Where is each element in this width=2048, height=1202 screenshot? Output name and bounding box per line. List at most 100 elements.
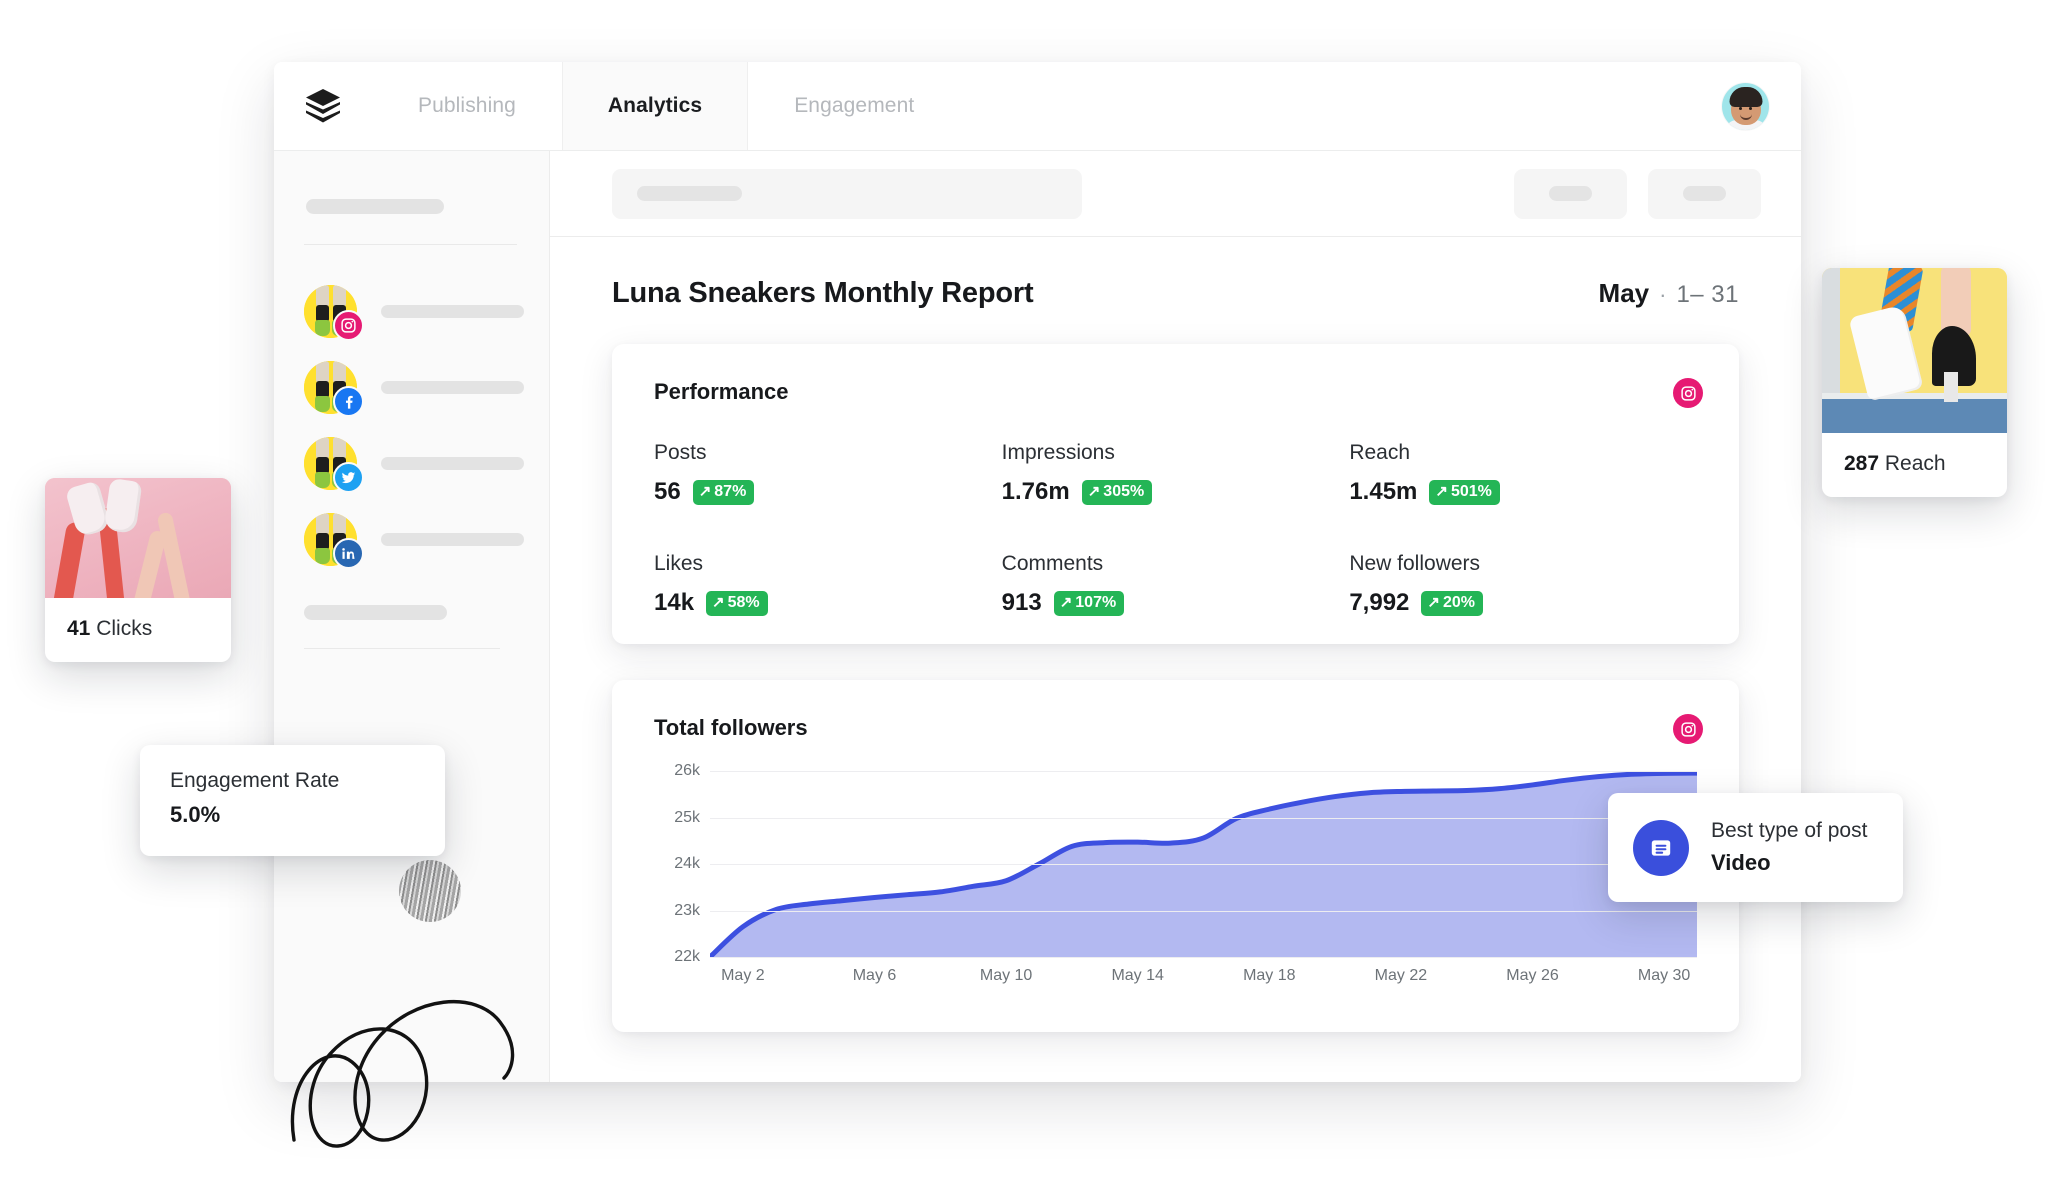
report-separator: · xyxy=(1659,282,1667,307)
metric-label: Reach xyxy=(1349,441,1411,464)
tab-publishing[interactable]: Publishing xyxy=(372,62,562,150)
sneakers-pink-photo xyxy=(45,478,231,598)
metric-value: 56 xyxy=(654,478,681,505)
chart-y-tick-label: 22k xyxy=(674,948,700,965)
chart-gridline xyxy=(710,910,1697,912)
report-header: Luna Sneakers Monthly Report May · 1– 31 xyxy=(612,277,1739,310)
sidebar-item-facebook[interactable] xyxy=(274,349,549,425)
status-badge: ↗ 107% xyxy=(1053,590,1125,616)
sidebar-secondary-avatar[interactable] xyxy=(399,860,461,922)
toolbar-button-secondary[interactable] xyxy=(1648,168,1761,219)
total-followers-card: Total followers 22k 23k 24k 25k 26k May … xyxy=(612,680,1739,1032)
facebook-icon xyxy=(333,385,364,417)
chart-x-tick-label: May 6 xyxy=(852,967,897,984)
report-date-range[interactable]: May · 1– 31 xyxy=(1599,278,1739,309)
reach-stat-card[interactable]: 287 Reach xyxy=(1822,268,2007,497)
clicks-value: 41 xyxy=(67,617,91,640)
avatar-hair xyxy=(1729,86,1762,107)
clicks-label: Clicks xyxy=(96,617,153,640)
toolbar-button-label-placeholder xyxy=(1683,186,1726,201)
article-icon xyxy=(1633,819,1689,876)
chart-gridline xyxy=(710,864,1697,865)
chart-y-tick-label: 23k xyxy=(674,901,700,919)
twitter-icon xyxy=(333,461,364,493)
chart-x-tick-label: May 22 xyxy=(1374,967,1428,984)
trend-up-icon: ↗ xyxy=(1087,483,1101,500)
engagement-rate-card[interactable]: Engagement Rate 5.0% xyxy=(140,745,445,856)
sidebar-item-label-placeholder xyxy=(381,304,524,318)
sidebar-item-label-placeholder xyxy=(381,532,524,546)
metric-row: 14k ↗ 58% xyxy=(654,589,1002,617)
trend-up-icon: ↗ xyxy=(1427,594,1440,611)
metric-label: Likes xyxy=(654,552,704,575)
sidebar-item-linkedin[interactable] xyxy=(274,501,549,577)
search-input[interactable] xyxy=(612,168,1082,219)
chart-y-axis: 22k 23k 24k 25k 26k xyxy=(654,762,700,965)
chart-x-tick-label: May 10 xyxy=(979,967,1033,984)
chart-x-tick-label: May 14 xyxy=(1111,967,1164,984)
clicks-card-body: 41 Clicks xyxy=(45,478,231,662)
metric-row: 56 ↗ 87% xyxy=(654,478,1002,506)
photo-floor xyxy=(1822,393,2007,433)
reach-caption: 287 Reach xyxy=(1822,433,2007,497)
performance-card: Performance Posts 56 ↗ 87% Impressions 1… xyxy=(612,344,1739,644)
reach-label: Reach xyxy=(1884,452,1946,475)
tab-engagement[interactable]: Engagement xyxy=(748,62,960,150)
metric-row: 1.76m ↗ 305% xyxy=(1002,478,1350,506)
main-tabs: Publishing Analytics Engagement xyxy=(372,62,960,150)
engagement-caption: Engagement Rate 5.0% xyxy=(140,745,445,856)
main-panel: Luna Sneakers Monthly Report May · 1– 31… xyxy=(550,151,1801,1082)
engagement-value: 5.0% xyxy=(170,802,221,827)
chart-title: Total followers xyxy=(654,715,808,740)
best-post-text: Best type of post Video xyxy=(1711,819,1867,876)
engagement-card-body: Engagement Rate 5.0% xyxy=(140,745,445,856)
chart-x-axis: May 2 May 6 May 10 May 14 May 18 May 22 May 26… xyxy=(710,967,1697,991)
metric-delta: 58% xyxy=(727,593,760,611)
app-top-bar: Publishing Analytics Engagement xyxy=(274,62,1801,151)
trend-up-icon: ↗ xyxy=(1435,483,1448,500)
reach-card-body: 287 Reach xyxy=(1822,268,2007,497)
best-post-type-card[interactable]: Best type of post Video xyxy=(1608,793,1903,902)
tab-analytics[interactable]: Analytics xyxy=(561,62,749,150)
metric-delta: 20% xyxy=(1442,593,1475,611)
app-window: Publishing Analytics Engagement Luna Sne… xyxy=(274,62,1801,1082)
engagement-label: Engagement Rate xyxy=(170,769,340,792)
main-toolbar xyxy=(550,151,1801,237)
toolbar-button-primary[interactable] xyxy=(1514,168,1627,219)
sidebar-item-label-placeholder xyxy=(381,380,524,394)
metric-row: 913 ↗ 107% xyxy=(1002,589,1350,617)
buffer-layers-logo[interactable] xyxy=(274,62,372,150)
metric-label: Impressions xyxy=(1001,441,1115,464)
chart-x-tick-label: May 18 xyxy=(1243,967,1296,984)
chart-gridline xyxy=(710,957,1697,958)
clicks-stat-card[interactable]: 41 Clicks xyxy=(45,478,231,662)
metric-new-followers: New followers 7,992 ↗ 20% xyxy=(1349,552,1697,617)
sidebar-item-instagram[interactable] xyxy=(274,273,549,349)
sidebar-item-label-placeholder xyxy=(381,456,524,470)
report-day-range: 1– 31 xyxy=(1676,281,1739,308)
metric-label: Comments xyxy=(1001,552,1104,575)
avatar-eye-left xyxy=(1738,106,1742,110)
chart-x-tick-label: May 30 xyxy=(1637,967,1691,984)
clicks-caption: 41 Clicks xyxy=(45,598,231,662)
decorative-scribble xyxy=(290,1000,515,1148)
sidebar-divider xyxy=(304,244,517,245)
metric-posts: Posts 56 ↗ 87% xyxy=(654,441,1002,506)
chart-plot-area xyxy=(710,771,1697,958)
screenshot-stage: Publishing Analytics Engagement Luna Sne… xyxy=(0,0,2048,1202)
metric-delta: 501% xyxy=(1450,482,1492,500)
best-post-card-body: Best type of post Video xyxy=(1608,793,1903,902)
search-placeholder-bar xyxy=(637,186,742,201)
sidebar-account-list xyxy=(274,273,549,577)
user-avatar[interactable] xyxy=(1722,82,1769,130)
followers-chart: 22k 23k 24k 25k 26k May 2 May 6 May 10 M… xyxy=(654,762,1697,985)
status-badge: ↗ 305% xyxy=(1081,479,1153,505)
sneaker-yellow-photo xyxy=(1822,268,2007,433)
metric-impressions: Impressions 1.76m ↗ 305% xyxy=(1002,441,1350,506)
metric-value: 1.76m xyxy=(1001,478,1070,505)
status-badge: ↗ 58% xyxy=(706,590,768,616)
best-post-label: Best type of post xyxy=(1711,819,1868,842)
sidebar-item-twitter[interactable] xyxy=(274,425,549,501)
instagram-icon xyxy=(333,309,364,341)
